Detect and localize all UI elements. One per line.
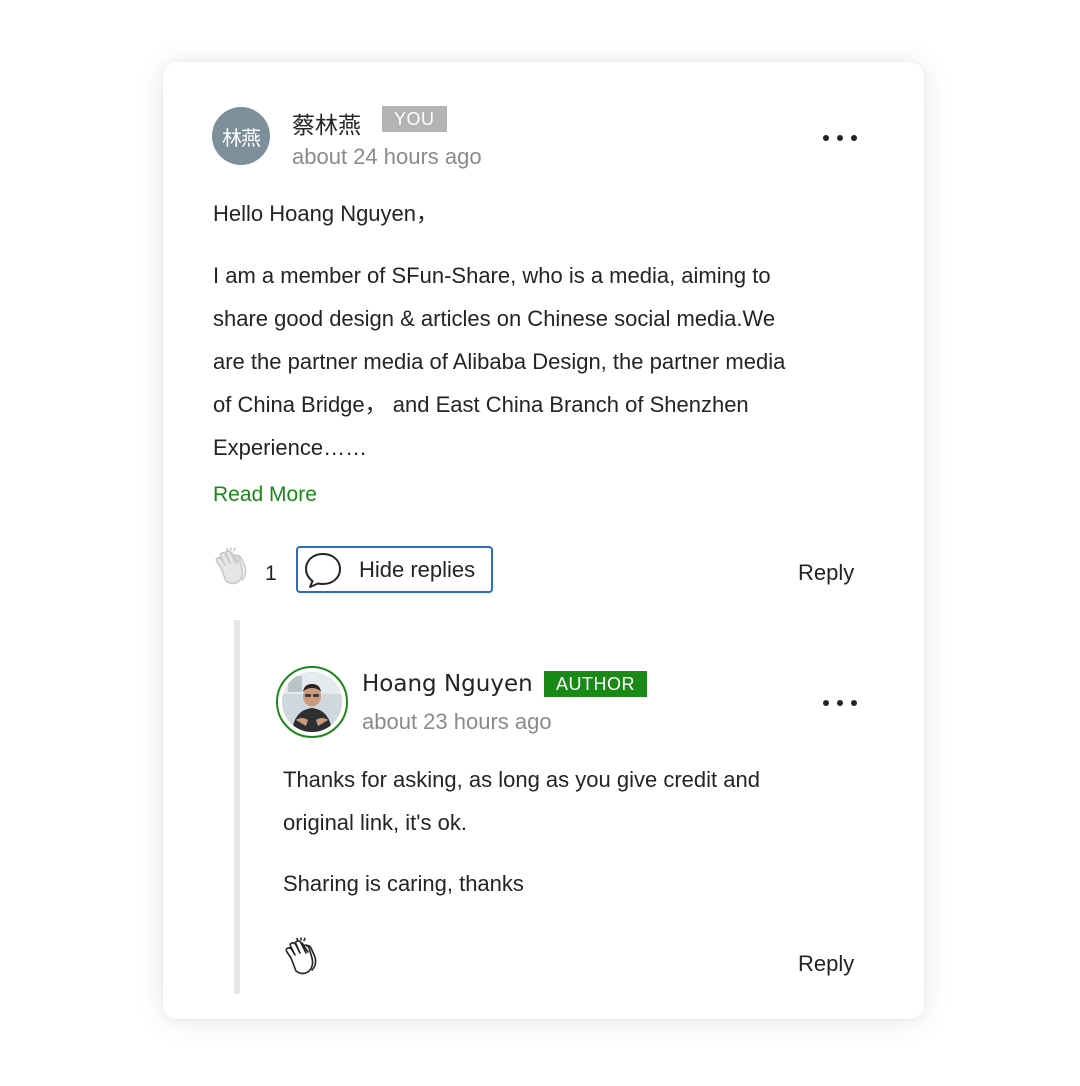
comment-body-line: are the partner media of Alibaba Design,… <box>213 349 786 374</box>
comment-body-line: Experience…… <box>213 435 368 460</box>
clap-icon[interactable] <box>211 546 255 590</box>
more-options-icon[interactable] <box>823 131 857 145</box>
reply-button[interactable]: Reply <box>798 951 854 977</box>
comment-body-line: I am a member of SFun-Share, who is a me… <box>213 263 771 288</box>
you-badge: YOU <box>382 106 447 132</box>
speech-bubble-icon <box>305 552 341 588</box>
comment-author-name[interactable]: 蔡林燕 <box>292 106 361 140</box>
reply-body-line: Sharing is caring, thanks <box>283 871 524 896</box>
comment-body-line: share good design & articles on Chinese … <box>213 306 776 331</box>
read-more-link[interactable]: Read More <box>213 483 317 507</box>
author-photo <box>282 672 342 732</box>
more-options-icon[interactable] <box>823 696 857 710</box>
clap-icon[interactable] <box>281 936 325 980</box>
reply-body-line: Thanks for asking, as long as you give c… <box>283 767 760 792</box>
clap-count: 1 <box>265 562 277 585</box>
avatar[interactable]: 林燕 <box>212 107 270 165</box>
comment-greeting: Hello Hoang Nguyen， <box>213 201 439 226</box>
reply-body-line: original link, it's ok. <box>283 810 467 835</box>
hide-replies-label: Hide replies <box>359 556 476 582</box>
comment-body: I am a member of SFun-Share, who is a me… <box>213 254 785 469</box>
reply-button[interactable]: Reply <box>798 560 854 586</box>
comment-body-line: of China Bridge， and East China Branch o… <box>213 392 749 417</box>
author-badge: AUTHOR <box>544 671 647 697</box>
reply-timestamp[interactable]: about 23 hours ago <box>362 709 552 735</box>
avatar[interactable] <box>276 666 348 738</box>
comment-card: 林燕 蔡林燕 YOU about 24 hours ago Hello Hoan… <box>163 62 924 1019</box>
thread-line <box>234 620 240 994</box>
comment-timestamp[interactable]: about 24 hours ago <box>292 144 482 170</box>
reply-author-name[interactable]: Hoang Nguyen <box>362 671 533 697</box>
hide-replies-button[interactable]: Hide replies <box>296 546 493 593</box>
reply-body: Thanks for asking, as long as you give c… <box>283 758 760 844</box>
